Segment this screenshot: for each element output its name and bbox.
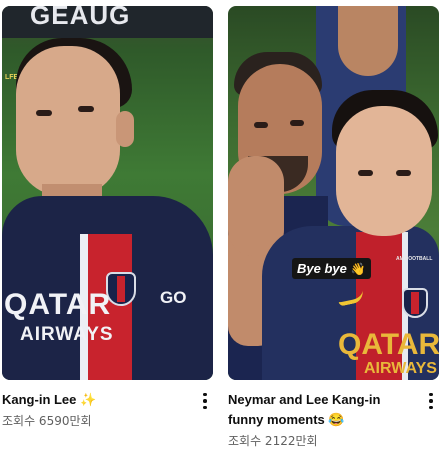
stadium-banner-text: GEAUG <box>30 6 131 30</box>
player-eye <box>78 106 94 112</box>
video-title[interactable]: Neymar and Lee Kang-in funny moments 😂 <box>228 390 408 430</box>
stadium-banner: GEAUG <box>2 6 213 38</box>
jersey-sponsor: QATAR <box>338 328 439 361</box>
view-count: 조회수 2122만회 <box>228 434 318 448</box>
jersey-sponsor: QATAR <box>4 288 112 321</box>
more-vertical-icon[interactable] <box>425 390 437 412</box>
player-eye <box>358 170 373 176</box>
video-card-2[interactable]: QATAR AIRWAYS AM FOOTBALL Bye bye 👋 Neyma… <box>228 6 439 450</box>
video-meta-2: Neymar and Lee Kang-in funny moments 😂 조… <box>228 380 439 450</box>
psg-crest-icon <box>402 288 428 318</box>
player-face <box>16 46 120 208</box>
player-eye <box>290 120 304 126</box>
view-count: 조회수 6590만회 <box>2 414 92 428</box>
lee-face <box>336 106 432 236</box>
player-ear <box>116 111 134 147</box>
video-title[interactable]: Kang-in Lee ✨ <box>2 390 182 410</box>
thumbnail-caption: Bye bye 👋 <box>292 258 371 279</box>
waving-hand-icon: 👋 <box>350 262 366 276</box>
player-eye <box>396 170 411 176</box>
video-thumbnail-2[interactable]: QATAR AIRWAYS AM FOOTBALL Bye bye 👋 <box>228 6 439 380</box>
more-vertical-icon[interactable] <box>199 390 211 412</box>
player-eye <box>36 110 52 116</box>
player-eye <box>254 122 268 128</box>
background-arm <box>338 6 398 76</box>
video-meta-1: Kang-in Lee ✨ 조회수 6590만회 <box>2 380 213 430</box>
caption-text: Bye bye <box>297 261 347 276</box>
sleeve-text: GO <box>160 288 187 307</box>
jersey-sponsor-sub: AIRWAYS <box>364 360 437 377</box>
video-thumbnail-1[interactable]: GEAUG LFEV QATAR AIRWAYS GO <box>2 6 213 380</box>
jersey-sponsor-sub: AIRWAYS <box>20 324 114 345</box>
thumbnail-watermark: AM FOOTBALL <box>396 256 433 262</box>
video-card-1[interactable]: GEAUG LFEV QATAR AIRWAYS GO Kang-in Lee … <box>2 6 213 430</box>
